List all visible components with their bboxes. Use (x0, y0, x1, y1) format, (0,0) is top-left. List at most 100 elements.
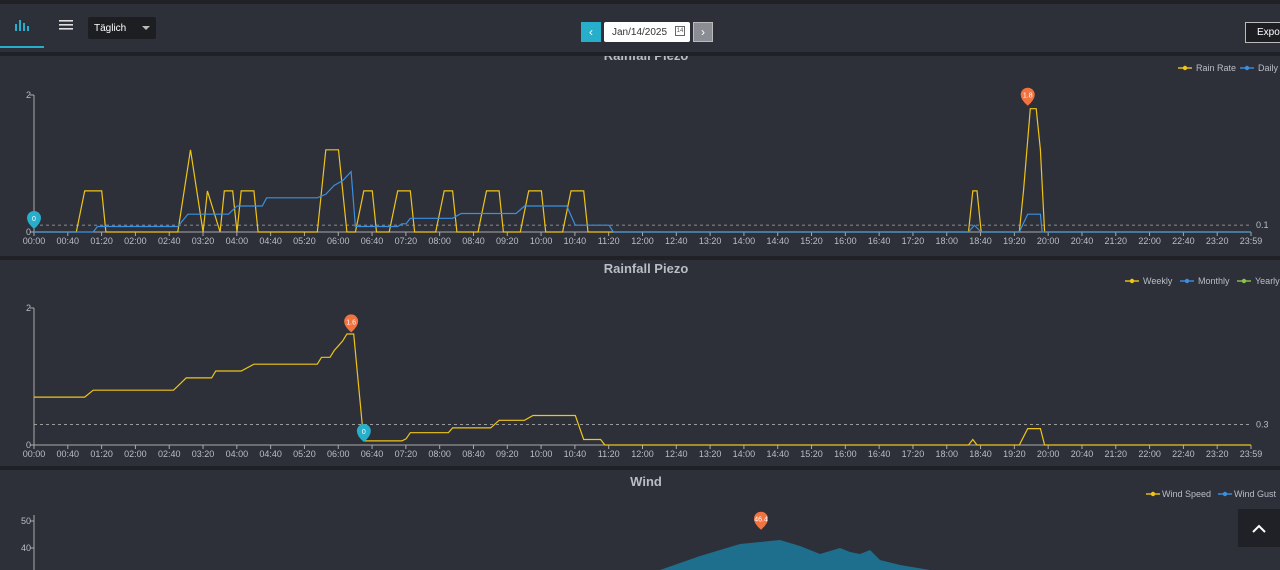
x-tick-label: 22:40 (1172, 236, 1195, 246)
x-tick-label: 23:59 (1240, 236, 1263, 246)
x-tick-label: 20:40 (1071, 449, 1094, 459)
x-tick-label: 12:40 (665, 449, 688, 459)
x-tick-label: 16:00 (834, 236, 857, 246)
x-tick-label: 23:20 (1206, 236, 1229, 246)
legend-swatch-dot (1150, 491, 1156, 497)
calendar-icon[interactable]: 14 (675, 26, 685, 36)
x-tick-label: 14:00 (733, 449, 756, 459)
x-tick-label: 18:00 (935, 236, 958, 246)
legend-label: Monthly (1198, 276, 1230, 286)
markline-label: 0.3 (1256, 419, 1269, 429)
x-tick-label: 10:40 (564, 236, 587, 246)
x-tick-label: 08:00 (428, 236, 451, 246)
x-tick-label: 12:00 (631, 449, 654, 459)
x-tick-label: 11:20 (598, 449, 620, 459)
x-tick-label: 14:40 (766, 449, 789, 459)
chevron-up-icon (1252, 524, 1266, 533)
series-line (34, 170, 1251, 233)
rainfall-piezo-chart-1: Rainfall Piezo Rain Rate Daily 2 0 00:00 00:40… (23, 56, 1279, 246)
x-tick-label: 06:00 (327, 236, 350, 246)
legend-swatch-dot (1222, 491, 1228, 497)
x-tick-label: 17:20 (902, 236, 925, 246)
legend-swatch-dot (1184, 278, 1190, 284)
x-tick-label: 22:40 (1172, 449, 1195, 459)
next-day-button[interactable]: › (693, 22, 713, 42)
x-tick-label: 00:00 (23, 449, 46, 459)
x-tick-label: 03:20 (192, 449, 215, 459)
x-tick-label: 18:40 (969, 449, 992, 459)
y-tick-label: 40 (21, 543, 31, 553)
x-tick-label: 19:20 (1003, 449, 1026, 459)
min-marker-label: 0 (362, 429, 366, 436)
legend-label: Wind Speed (1162, 489, 1211, 499)
x-tick-label: 04:00 (226, 236, 249, 246)
x-tick-label: 13:20 (699, 449, 722, 459)
chart-title: Rainfall Piezo (604, 261, 689, 276)
previous-day-button[interactable]: ‹ (581, 22, 601, 42)
min-marker-label: 0 (32, 216, 36, 223)
wind-gust-area (660, 540, 930, 570)
x-tick-label: 06:40 (361, 449, 384, 459)
x-tick-label: 11:20 (598, 236, 620, 246)
x-tick-label: 03:20 (192, 236, 215, 246)
series-line (34, 333, 1251, 446)
x-tick-label: 00:40 (57, 236, 80, 246)
x-tick-label: 19:20 (1003, 236, 1026, 246)
legend-label: Wind Gust (1234, 489, 1277, 499)
menu-icon (59, 20, 73, 30)
period-select-value: Täglich (94, 22, 127, 34)
x-tick-label: 02:00 (124, 449, 147, 459)
series-line (34, 108, 1251, 233)
legend-swatch-dot (1244, 65, 1250, 71)
x-tick-label: 22:00 (1138, 449, 1161, 459)
x-tick-label: 02:40 (158, 449, 181, 459)
x-tick-label: 10:00 (530, 236, 553, 246)
legend-label: Yearly (1255, 276, 1280, 286)
x-tick-label: 09:20 (496, 449, 519, 459)
chevron-down-icon (142, 26, 150, 30)
chart-title: Wind (630, 474, 662, 489)
max-marker-label: 1.6 (346, 319, 356, 326)
x-tick-label: 16:40 (868, 236, 891, 246)
bar-chart-icon (15, 20, 29, 31)
legend-swatch-dot (1129, 278, 1135, 284)
x-tick-label: 06:00 (327, 449, 350, 459)
x-tick-label: 14:40 (766, 236, 789, 246)
x-tick-label: 08:00 (428, 449, 451, 459)
export-button[interactable]: Export (1245, 22, 1280, 43)
x-tick-label: 14:00 (733, 236, 756, 246)
table-view-button[interactable] (44, 4, 88, 46)
x-tick-label: 17:20 (902, 449, 925, 459)
markline-label: 0.1 (1256, 220, 1269, 230)
x-tick-label: 08:40 (462, 236, 485, 246)
x-tick-label: 13:20 (699, 236, 722, 246)
y-tick-label: 2 (26, 303, 31, 313)
x-tick-label: 07:20 (395, 236, 418, 246)
chart-view-button[interactable] (0, 4, 44, 48)
period-select[interactable]: Täglich (88, 17, 156, 39)
x-tick-label: 15:20 (800, 449, 823, 459)
x-tick-label: 16:00 (834, 449, 857, 459)
x-tick-label: 20:00 (1037, 236, 1060, 246)
x-tick-label: 02:40 (158, 236, 181, 246)
y-tick-label: 2 (26, 90, 31, 100)
x-tick-label: 05:20 (293, 236, 316, 246)
max-marker-label: 46.4 (754, 517, 768, 524)
toolbar: Täglich ‹ Jan/14/2025 14 › Export (0, 4, 1280, 52)
x-tick-label: 04:40 (259, 449, 282, 459)
x-tick-label: 18:00 (935, 449, 958, 459)
x-tick-label: 07:20 (395, 449, 418, 459)
x-tick-label: 12:40 (665, 236, 688, 246)
legend-label: Daily (1258, 63, 1279, 73)
x-tick-label: 06:40 (361, 236, 384, 246)
x-tick-label: 20:40 (1071, 236, 1094, 246)
scroll-to-top-button[interactable] (1238, 509, 1280, 547)
x-tick-label: 09:20 (496, 236, 519, 246)
x-tick-label: 10:00 (530, 449, 553, 459)
x-tick-label: 04:40 (259, 236, 282, 246)
chart-title: Rainfall Piezo (604, 56, 689, 63)
date-input[interactable]: Jan/14/2025 14 (604, 22, 690, 42)
x-tick-label: 12:00 (631, 236, 654, 246)
x-tick-label: 04:00 (226, 449, 249, 459)
wind-chart: Wind Wind Speed Wind Gust 50 40 46.4 (21, 474, 1277, 570)
